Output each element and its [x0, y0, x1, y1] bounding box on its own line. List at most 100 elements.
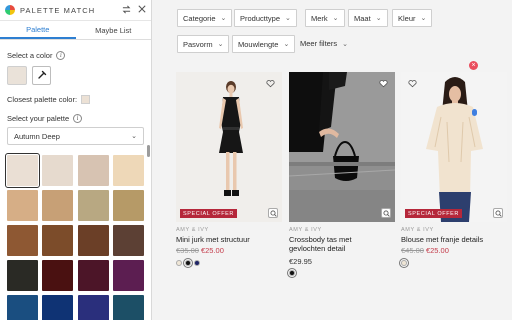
palette-swatch[interactable]	[77, 155, 109, 186]
closest-palette-text: Closest palette color:	[7, 95, 78, 104]
color-swatch[interactable]	[399, 258, 409, 268]
select-color-text: Select a color	[7, 51, 53, 60]
old-price: €45.00	[401, 246, 424, 255]
product-price: €45.00 €25.00	[401, 246, 449, 255]
palette-swatch[interactable]	[42, 295, 74, 320]
filter-pasvorm[interactable]: Pasvorm ⌄	[177, 35, 230, 53]
palette-swatch-grid	[5, 153, 144, 320]
special-offer-badge: SPECIAL OFFER	[180, 209, 237, 218]
select-palette-text: Select your palette	[7, 114, 70, 123]
color-options	[176, 258, 203, 268]
filter-label: Kleur	[398, 13, 416, 23]
product-price: €35.00 €25.00	[176, 246, 224, 255]
heart-icon	[266, 80, 275, 88]
palette-swatch[interactable]	[42, 190, 74, 221]
product-image	[289, 72, 395, 222]
swap-icon[interactable]	[122, 5, 131, 16]
filter-merk[interactable]: Merk ⌄	[305, 9, 345, 27]
chevron-down-icon: ⌄	[217, 41, 224, 48]
panel-header: PALETTE MATCH	[0, 0, 151, 21]
palette-swatch[interactable]	[7, 260, 38, 291]
palette-swatch[interactable]	[112, 225, 144, 256]
more-filters-label: Meer filters	[300, 39, 338, 48]
closest-color-chip	[81, 95, 91, 104]
filter-label: Categorie	[183, 13, 216, 23]
info-icon[interactable]: i	[56, 51, 66, 60]
zoom-button[interactable]	[381, 208, 391, 218]
product-card[interactable]	[289, 72, 395, 222]
wishlist-button[interactable]	[378, 78, 389, 89]
palette-swatch[interactable]	[7, 225, 38, 256]
zoom-icon	[269, 209, 277, 217]
palette-swatch[interactable]	[42, 155, 74, 186]
color-options	[399, 258, 410, 268]
palette-swatch[interactable]	[77, 190, 109, 221]
color-swatch[interactable]	[194, 260, 200, 266]
palette-select[interactable]: Autumn Deep ⌄	[7, 127, 144, 145]
palette-swatch[interactable]	[112, 295, 144, 320]
product-brand: AMY & IVY	[176, 227, 209, 233]
filter-categorie[interactable]: Categorie ⌄	[177, 9, 233, 27]
product-image	[176, 72, 282, 222]
zoom-button[interactable]	[268, 208, 278, 218]
info-icon[interactable]: i	[73, 114, 83, 123]
sale-price: €25.00	[200, 246, 224, 255]
color-swatch[interactable]	[287, 268, 297, 278]
panel-tabs: Palette Maybe List	[0, 21, 151, 40]
filter-label: Mouwlengte	[238, 39, 279, 49]
sale-price: €25.00	[425, 246, 449, 255]
product-name[interactable]: Crossbody tas met gevlochten detail	[289, 235, 389, 253]
filter-label: Pasvorm	[183, 39, 213, 49]
selected-color-swatch[interactable]	[7, 66, 27, 85]
palette-select-value: Autumn Deep	[14, 131, 60, 141]
color-swatch[interactable]	[176, 260, 182, 266]
palette-swatch[interactable]	[77, 295, 109, 320]
chevron-down-icon: ⌄	[420, 15, 427, 22]
product-brand: AMY & IVY	[401, 227, 434, 233]
more-filters-button[interactable]: Meer filters ⌄	[300, 39, 348, 48]
filter-producttype[interactable]: Producttype ⌄	[234, 9, 297, 27]
color-swatch[interactable]	[183, 258, 193, 268]
palette-swatch[interactable]	[7, 190, 38, 221]
palette-swatch[interactable]	[42, 260, 74, 291]
chevron-down-icon: ⌄	[342, 40, 348, 48]
heart-icon	[379, 80, 388, 88]
wishlist-button[interactable]	[407, 78, 418, 89]
chevron-down-icon: ⌄	[131, 133, 137, 140]
zoom-button[interactable]	[493, 208, 503, 218]
filter-mouwlengte[interactable]: Mouwlengte ⌄	[232, 35, 296, 53]
palette-swatch[interactable]	[77, 225, 109, 256]
product-card[interactable]: SPECIAL OFFER	[401, 72, 507, 222]
chevron-down-icon: ⌄	[332, 15, 339, 22]
filter-label: Producttype	[240, 13, 281, 23]
product-image	[401, 72, 507, 222]
select-palette-label: Select your palette i	[7, 114, 83, 123]
close-icon[interactable]	[138, 5, 146, 15]
select-color-label: Select a color i	[7, 51, 66, 60]
palette-swatch[interactable]	[77, 260, 109, 291]
palette-swatch[interactable]	[112, 260, 144, 291]
drag-handle[interactable]	[472, 109, 477, 116]
tab-maybe-list[interactable]: Maybe List	[76, 21, 152, 39]
product-name[interactable]: Mini jurk met structuur	[176, 235, 250, 244]
panel-scrollbar[interactable]	[147, 145, 150, 157]
palette-swatch[interactable]	[112, 190, 144, 221]
chevron-down-icon: ⌄	[285, 15, 291, 22]
panel-title: PALETTE MATCH	[20, 5, 96, 15]
palette-swatch[interactable]	[42, 225, 74, 256]
wishlist-button[interactable]	[265, 78, 276, 89]
palette-match-panel: PALETTE MATCH Palette Maybe List Select …	[0, 0, 152, 320]
product-brand: AMY & IVY	[289, 227, 322, 233]
palette-swatch[interactable]	[5, 153, 40, 188]
eyedropper-button[interactable]	[32, 66, 51, 85]
tab-palette[interactable]: Palette	[0, 21, 76, 39]
chevron-down-icon: ⌄	[220, 15, 227, 22]
palette-swatch[interactable]	[112, 155, 144, 186]
palette-swatch[interactable]	[7, 295, 38, 320]
product-price: €29.95	[289, 257, 312, 266]
filter-kleur[interactable]: Kleur ⌄	[392, 9, 433, 27]
remove-close-icon[interactable]: ×	[469, 61, 478, 70]
product-name[interactable]: Blouse met franje details	[401, 235, 483, 244]
product-card[interactable]: SPECIAL OFFER	[176, 72, 282, 222]
filter-maat[interactable]: Maat ⌄	[348, 9, 388, 27]
